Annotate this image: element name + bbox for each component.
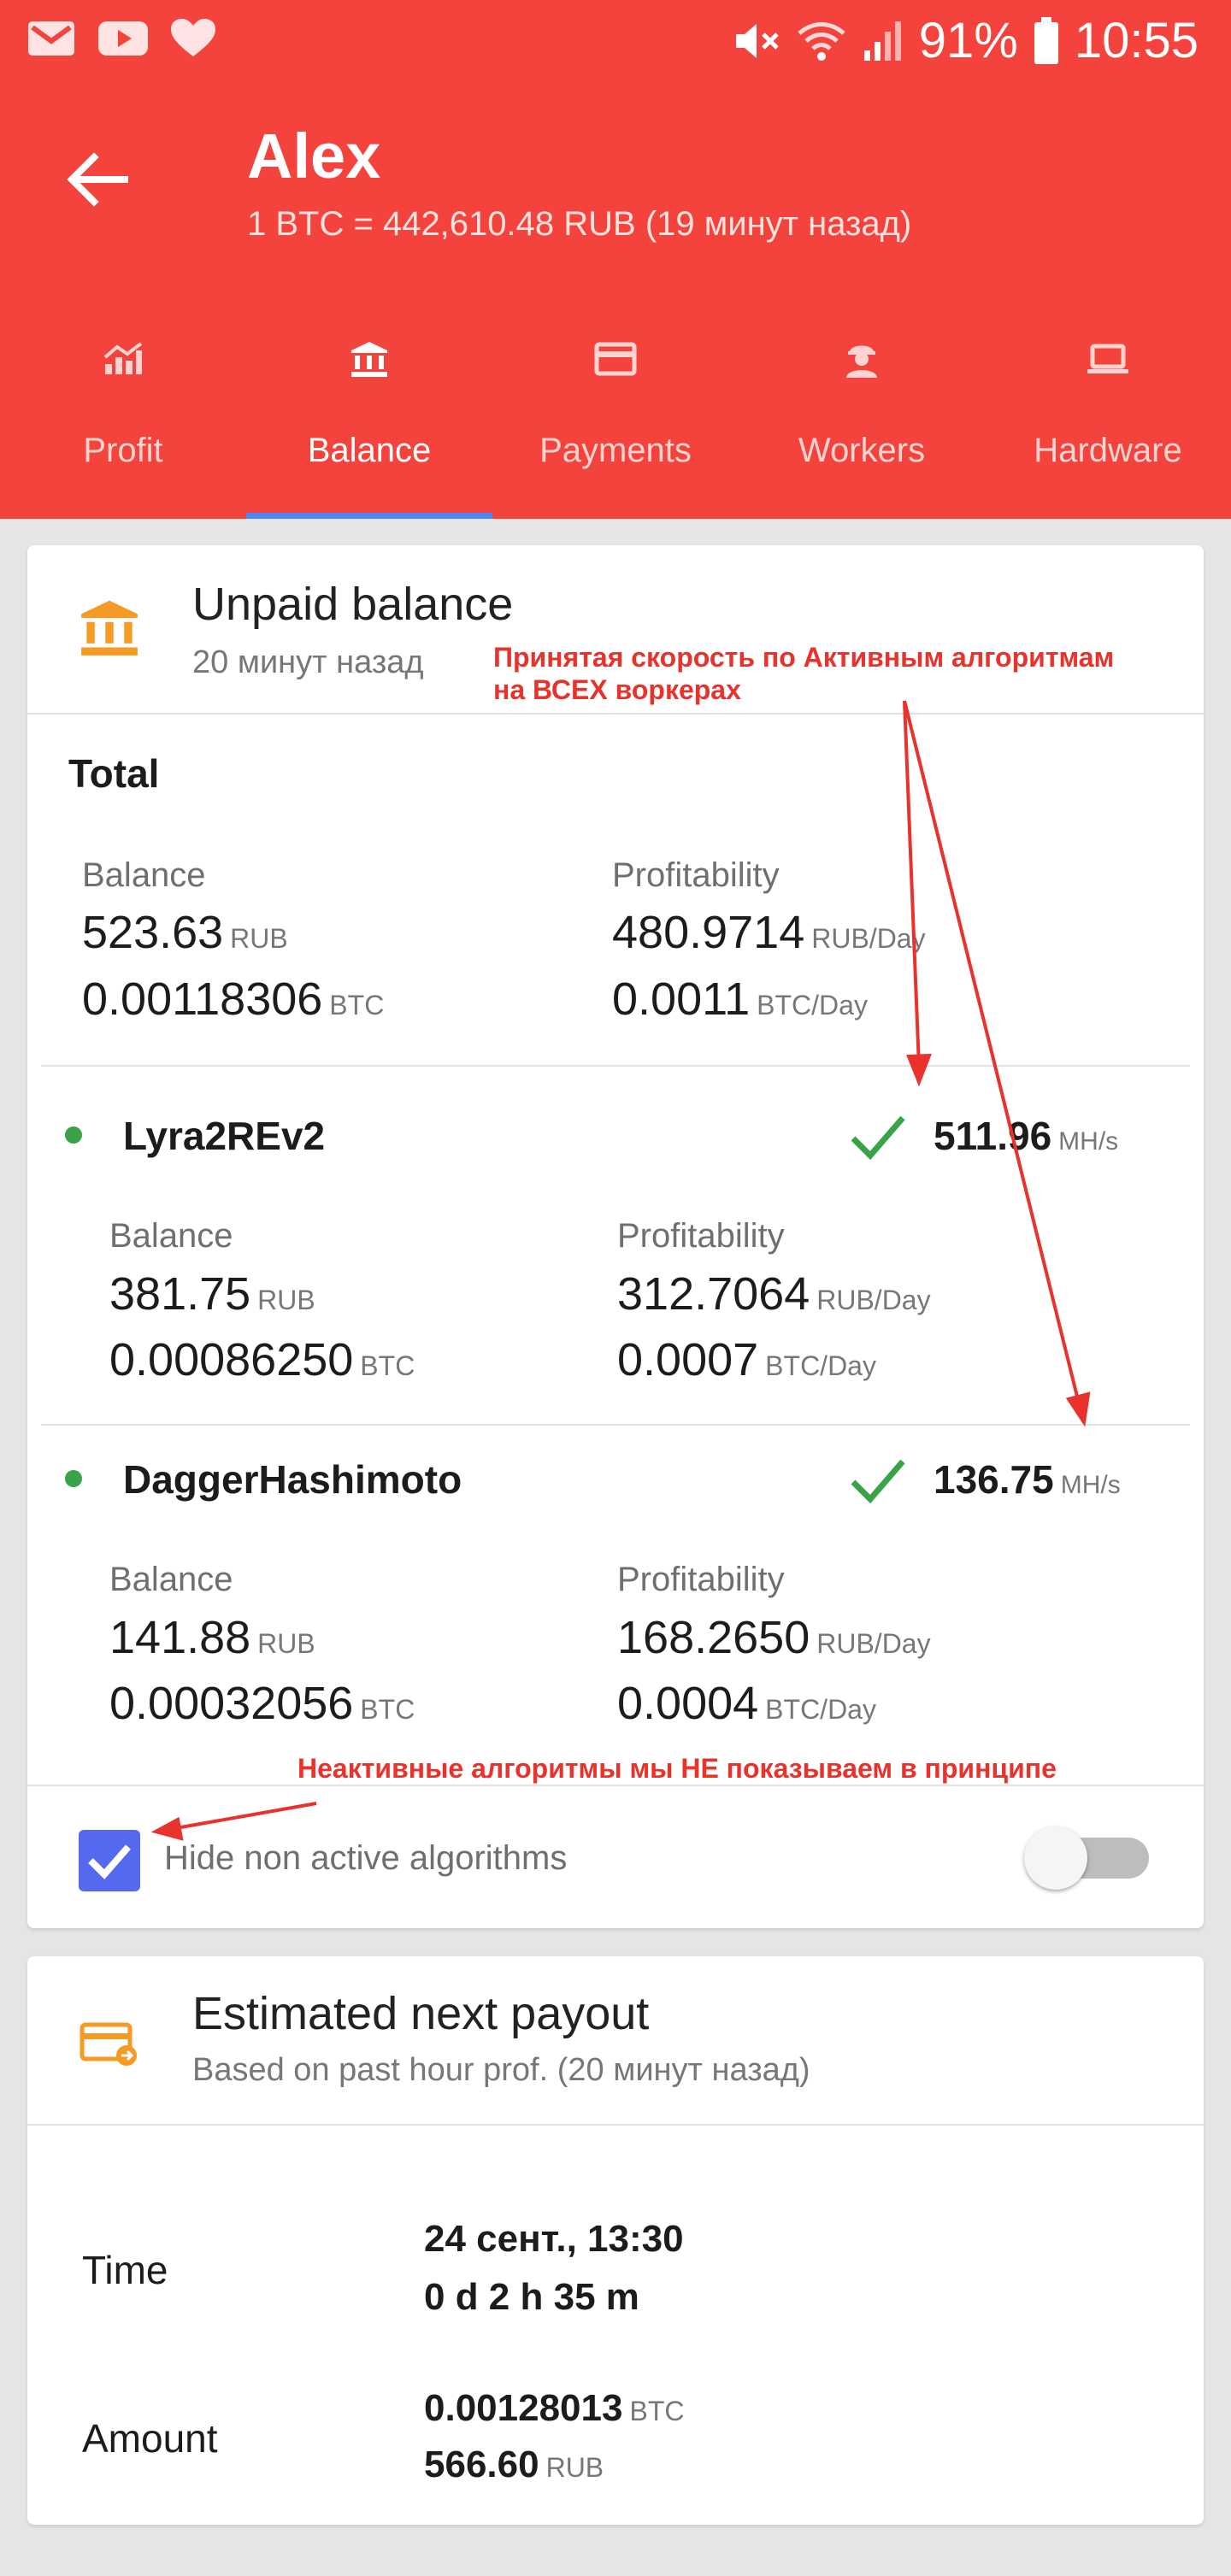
active-tab-indicator	[246, 513, 492, 519]
tab-profit[interactable]: Profit	[0, 325, 246, 519]
algorithm-speed: 136.75 MH/s	[934, 1457, 1121, 1502]
algo-profit-label: Profitability	[617, 1217, 785, 1255]
algo-balance-rub: 381.75 RUB	[109, 1268, 315, 1320]
algo-balance-rub: 141.88 RUB	[109, 1612, 315, 1663]
payout-date: 24 сент., 13:30	[424, 2218, 684, 2260]
card-title: Unpaid balance	[192, 579, 514, 630]
tab-profit-label: Profit	[83, 432, 163, 469]
total-balance-rub: 523.63 RUB	[82, 907, 288, 958]
divider	[27, 713, 1204, 715]
active-status-dot	[65, 1126, 82, 1144]
gmail-icon	[28, 21, 74, 56]
payout-card-icon	[80, 2022, 137, 2066]
total-balance-btc: 0.00118306 BTC	[82, 973, 385, 1025]
unpaid-balance-card: Unpaid balance 20 минут назад Total Bala…	[27, 545, 1204, 1928]
tab-bar: Profit Balance Payments Workers Hardware	[0, 325, 1231, 519]
toggle-knob[interactable]	[1024, 1826, 1087, 1890]
time-label: Time	[82, 2248, 168, 2292]
battery-percent: 91%	[918, 13, 1018, 68]
algo-balance-btc: 0.00086250 BTC	[109, 1334, 415, 1385]
worker-title: Alex	[247, 121, 381, 191]
tab-hardware[interactable]: Hardware	[985, 325, 1231, 519]
algo-balance-label: Balance	[109, 1217, 233, 1255]
payout-amount-rub: 566.60 RUB	[424, 2444, 604, 2485]
bank-icon	[351, 342, 387, 377]
chart-icon	[103, 342, 143, 374]
card-subtitle: Based on past hour prof. (20 минут назад…	[192, 2052, 810, 2088]
check-icon	[851, 1459, 905, 1504]
amount-label: Amount	[82, 2416, 218, 2461]
divider	[27, 1785, 1204, 1786]
next-payout-card: Estimated next payout Based on past hour…	[27, 1956, 1204, 2525]
tab-balance[interactable]: Balance	[246, 325, 492, 519]
card-subtitle: 20 минут назад	[192, 644, 424, 680]
clock: 10:55	[1074, 13, 1199, 68]
back-arrow-icon[interactable]	[63, 145, 132, 214]
divider	[27, 2124, 1204, 2126]
algorithm-name: DaggerHashimoto	[123, 1457, 462, 1502]
algo-balance-label: Balance	[109, 1561, 233, 1598]
heart-icon	[171, 19, 215, 56]
active-status-dot	[65, 1470, 82, 1487]
algorithm-speed: 511.96 MH/s	[934, 1114, 1119, 1158]
card-title: Estimated next payout	[192, 1988, 650, 2039]
algo-profit-rub: 312.7064 RUB/Day	[617, 1268, 931, 1320]
total-profit-btc: 0.0011 BTC/Day	[612, 973, 868, 1025]
annotation-text: Принятая скорость по Активным алгоритмам	[493, 642, 1115, 673]
total-balance-label: Balance	[82, 856, 206, 894]
tab-hardware-label: Hardware	[1034, 432, 1182, 469]
hide-inactive-label[interactable]: Hide non active algorithms	[164, 1839, 567, 1878]
bank-icon	[81, 600, 138, 656]
signal-icon	[863, 21, 901, 61]
check-icon	[851, 1115, 905, 1161]
algorithm-name: Lyra2REv2	[123, 1114, 326, 1158]
tab-payments[interactable]: Payments	[492, 325, 739, 519]
worker-icon	[846, 345, 877, 378]
algo-profit-rub: 168.2650 RUB/Day	[617, 1612, 931, 1663]
laptop-icon	[1087, 344, 1128, 373]
app-bar: 91% 10:55 Alex 1 BTC = 442,610.48 RUB (1…	[0, 0, 1231, 519]
payout-remaining: 0 d 2 h 35 m	[424, 2276, 639, 2318]
total-heading: Total	[68, 751, 160, 796]
hide-inactive-checkbox[interactable]	[79, 1830, 140, 1891]
tab-payments-label: Payments	[539, 432, 692, 469]
checkmark-icon	[88, 1844, 132, 1879]
btc-rate-subtitle: 1 BTC = 442,610.48 RUB (19 минут назад)	[247, 205, 912, 243]
algo-profit-btc: 0.0007 BTC/Day	[617, 1334, 876, 1385]
annotation-text: на ВСЕХ воркерах	[493, 674, 741, 705]
credit-card-icon	[594, 342, 637, 376]
tab-workers-label: Workers	[798, 432, 926, 469]
payout-amount-btc: 0.00128013 BTC	[424, 2387, 685, 2429]
algo-profit-label: Profitability	[617, 1561, 785, 1598]
youtube-icon	[98, 21, 148, 56]
algo-profit-btc: 0.0004 BTC/Day	[617, 1678, 876, 1729]
divider	[41, 1424, 1190, 1426]
mute-icon	[735, 23, 779, 58]
tab-balance-label: Balance	[307, 432, 432, 469]
annotation-text: Неактивные алгоритмы мы НЕ показываем в …	[297, 1753, 1057, 1784]
divider	[41, 1065, 1190, 1067]
battery-icon	[1034, 16, 1058, 64]
algo-balance-btc: 0.00032056 BTC	[109, 1678, 415, 1729]
total-profit-rub: 480.9714 RUB/Day	[612, 907, 926, 958]
tab-workers[interactable]: Workers	[739, 325, 985, 519]
total-profit-label: Profitability	[612, 856, 780, 894]
wifi-icon	[798, 21, 845, 61]
status-bar: 91% 10:55	[0, 0, 1231, 85]
